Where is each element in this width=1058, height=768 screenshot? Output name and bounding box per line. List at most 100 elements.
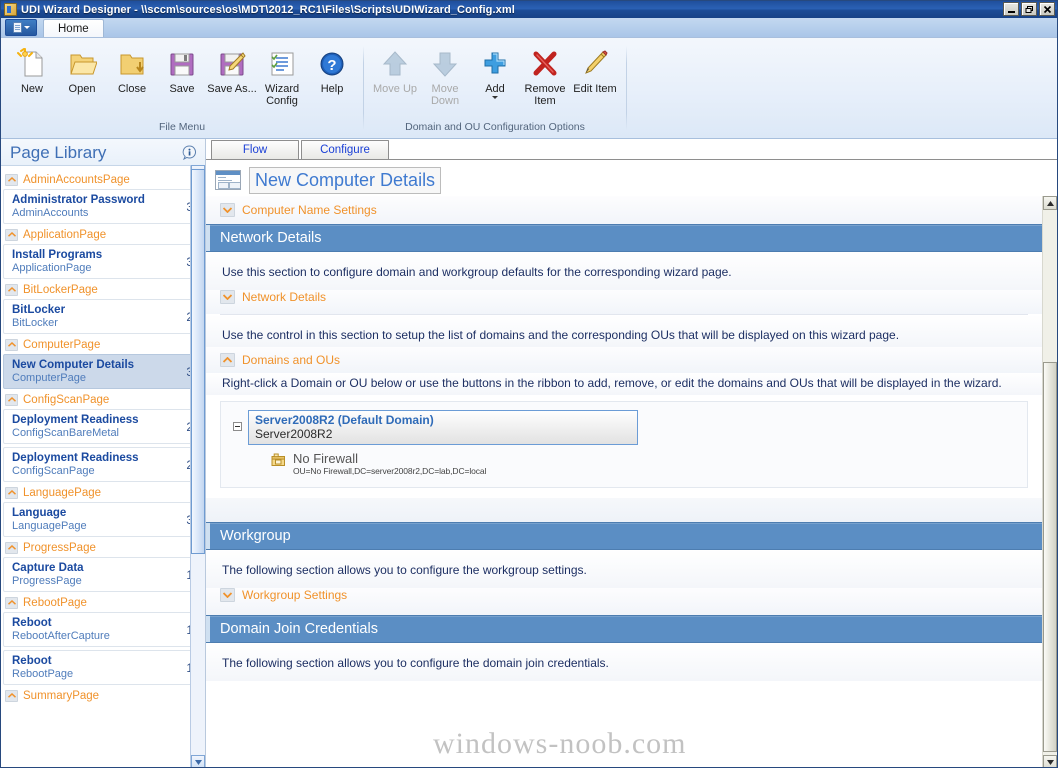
page-group-header-applicationpage[interactable]: ApplicationPage (5, 227, 201, 242)
page-group-header-adminaccountspage[interactable]: AdminAccountsPage (5, 172, 201, 187)
page-library-item[interactable]: Capture DataProgressPage1 (3, 557, 201, 592)
page-library-item[interactable]: BitLockerBitLocker2 (3, 299, 201, 334)
page-item-title: Reboot (12, 654, 52, 667)
office-menu-button[interactable] (5, 19, 37, 36)
ribbon: New Open Close Save Save As... Wizard Co… (1, 38, 1057, 139)
configure-scroll-area: Computer Name Settings Network Details U… (206, 196, 1057, 767)
page-group-header-summarypage[interactable]: SummaryPage (5, 688, 201, 703)
page-item-subtitle: ComputerPage (12, 371, 86, 384)
chevron-up-icon[interactable] (5, 338, 18, 351)
help-question-icon: ? (317, 47, 347, 81)
chevron-down-icon[interactable] (220, 203, 235, 217)
chevron-down-icon[interactable] (492, 96, 498, 99)
help-button[interactable]: ? Help (307, 45, 357, 97)
page-library-item[interactable]: Install ProgramsApplicationPage3 (3, 244, 201, 279)
tree-node-selected[interactable]: Server2008R2 (Default Domain) Server2008… (248, 410, 638, 445)
restore-icon[interactable] (1021, 2, 1037, 16)
editor-tab-strip: Flow Configure (206, 139, 1057, 160)
page-library-scrollbar[interactable] (190, 165, 205, 767)
page-group-header-bitlockerpage[interactable]: BitLockerPage (5, 282, 201, 297)
tree-child-path: OU=No Firewall,DC=server2008r2,DC=lab,DC… (293, 466, 487, 476)
minimize-icon[interactable] (1003, 2, 1019, 16)
tree-child-title: No Firewall (293, 451, 359, 466)
page-library-item[interactable]: Deployment ReadinessConfigScanBareMetal2 (3, 409, 201, 444)
tab-flow[interactable]: Flow (211, 140, 299, 159)
new-button[interactable]: New (7, 45, 57, 97)
chevron-up-icon[interactable] (5, 228, 18, 241)
scrollbar-thumb[interactable] (191, 169, 205, 554)
save-button[interactable]: Save (157, 45, 207, 97)
page-library-item[interactable]: Administrator PasswordAdminAccounts3 (3, 189, 201, 224)
scroll-down-button[interactable] (1043, 755, 1057, 767)
move-down-button[interactable]: Move Down (420, 45, 470, 109)
chevron-up-icon[interactable] (5, 173, 18, 186)
ribbon-group-divider-end (626, 46, 627, 130)
configure-content: Computer Name Settings Network Details U… (206, 196, 1042, 767)
close-button[interactable]: Close (107, 45, 157, 97)
ribbon-group-file-menu: New Open Close Save Save As... Wizard Co… (1, 38, 363, 138)
page-group-label: RebootPage (23, 596, 87, 609)
save-floppy-icon (167, 47, 197, 81)
title-bar: UDI Wizard Designer - \\sccm\sources\os\… (1, 1, 1057, 18)
tree-child-node[interactable]: No Firewall OU=No Firewall,DC=server2008… (271, 451, 1021, 477)
wizard-config-icon (267, 47, 297, 81)
section-workgroup-settings[interactable]: Workgroup Settings (206, 588, 1042, 615)
minus-expander-icon[interactable] (233, 422, 242, 431)
page-library-header: Page Library (1, 139, 205, 166)
tab-configure[interactable]: Configure (301, 140, 389, 159)
page-item-title: Install Programs (12, 248, 103, 261)
page-item-title: Language (12, 506, 67, 519)
scrollbar-thumb[interactable] (1043, 362, 1057, 752)
tree-root-node[interactable]: Server2008R2 (Default Domain) Server2008… (227, 410, 1021, 445)
add-button[interactable]: Add (470, 45, 520, 101)
page-group-header-progresspage[interactable]: ProgressPage (5, 540, 201, 555)
domains-ou-tree[interactable]: Server2008R2 (Default Domain) Server2008… (220, 401, 1028, 488)
close-icon[interactable] (1039, 2, 1055, 16)
page-item-subtitle: ApplicationPage (12, 261, 92, 274)
page-group-label: AdminAccountsPage (23, 173, 130, 186)
save-as-button[interactable]: Save As... (207, 45, 257, 97)
section-domains-and-ous[interactable]: Domains and OUs (206, 347, 1042, 373)
page-group-header-languagepage[interactable]: LanguagePage (5, 485, 201, 500)
open-button[interactable]: Open (57, 45, 107, 97)
remove-item-button[interactable]: Remove Item (520, 45, 570, 109)
page-library-item[interactable]: Deployment ReadinessConfigScanPage2 (3, 447, 201, 482)
chevron-up-icon[interactable] (5, 541, 18, 554)
chevron-up-icon[interactable] (5, 689, 18, 702)
page-library-item[interactable]: LanguageLanguagePage3 (3, 502, 201, 537)
section-label: Domains and OUs (242, 353, 341, 367)
page-group-header-computerpage[interactable]: ComputerPage (5, 337, 201, 352)
save-as-icon (217, 47, 247, 81)
section-computer-name-settings[interactable]: Computer Name Settings (206, 196, 1042, 224)
wizard-config-button[interactable]: Wizard Config (257, 45, 307, 109)
band-label: Network Details (220, 230, 322, 246)
chevron-up-icon[interactable] (5, 486, 18, 499)
chevron-down-icon[interactable] (220, 588, 235, 602)
info-icon[interactable] (182, 144, 197, 160)
move-up-button[interactable]: Move Up (370, 45, 420, 97)
page-library-item[interactable]: New Computer DetailsComputerPage3 (3, 354, 201, 389)
configure-scrollbar[interactable] (1042, 196, 1057, 767)
ribbon-group-file-menu-label: File Menu (158, 121, 206, 133)
page-item-title: New Computer Details (12, 358, 135, 371)
chevron-up-icon[interactable] (5, 596, 18, 609)
section-network-details[interactable]: Network Details (206, 290, 1042, 314)
page-group-header-configscanpage[interactable]: ConfigScanPage (5, 392, 201, 407)
tab-home[interactable]: Home (43, 19, 104, 37)
page-title-input[interactable]: New Computer Details (249, 166, 442, 194)
page-library-item[interactable]: RebootRebootAfterCapture1 (3, 612, 201, 647)
page-library-list[interactable]: AdminAccountsPage Administrator Password A… (1, 166, 205, 767)
page-item-title: Deployment Readiness (12, 451, 139, 464)
edit-item-button[interactable]: Edit Item (570, 45, 620, 97)
remove-item-button-label: Remove Item (524, 83, 566, 107)
page-group-header-rebootpage[interactable]: RebootPage (5, 595, 201, 610)
page-library-item[interactable]: RebootRebootPage1 (3, 650, 201, 685)
page-item-subtitle: RebootAfterCapture (12, 629, 110, 642)
chevron-up-icon[interactable] (5, 393, 18, 406)
scroll-up-button[interactable] (1043, 196, 1057, 210)
scroll-down-button[interactable] (191, 755, 205, 767)
chevron-down-icon[interactable] (220, 290, 235, 304)
chevron-up-icon[interactable] (220, 353, 235, 367)
chevron-up-icon[interactable] (5, 283, 18, 296)
new-document-icon (17, 47, 47, 81)
